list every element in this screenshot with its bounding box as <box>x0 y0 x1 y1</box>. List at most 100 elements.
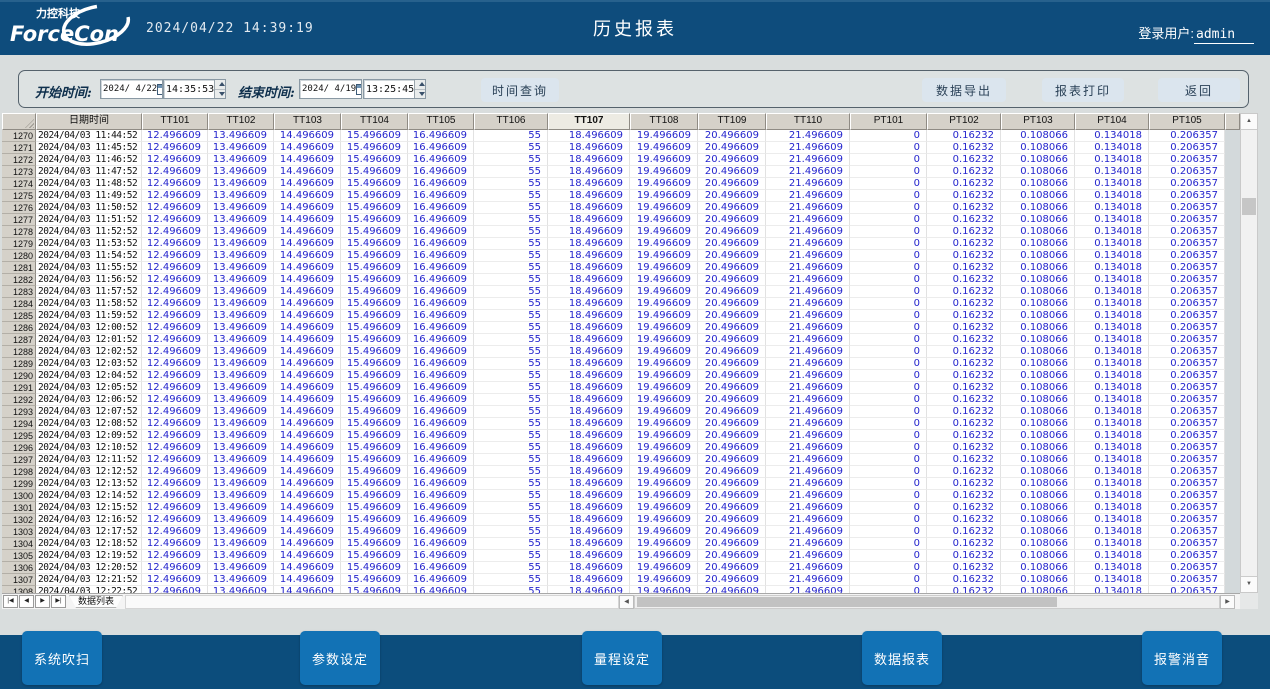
row-number[interactable]: 1281 <box>2 262 36 274</box>
start-time-spinner[interactable]: 14:35:53 <box>163 79 226 99</box>
row-number[interactable]: 1278 <box>2 226 36 238</box>
row-number[interactable]: 1270 <box>2 130 36 142</box>
next-page-icon[interactable]: ▶ <box>35 595 50 608</box>
cell-TT105: 16.496609 <box>408 346 474 358</box>
row-number[interactable]: 1296 <box>2 442 36 454</box>
grid-corner-cell[interactable] <box>2 113 36 130</box>
time-spinner[interactable] <box>414 80 426 98</box>
column-header-TT108[interactable]: TT108 <box>630 113 698 130</box>
cell-TT104: 15.496609 <box>341 442 408 454</box>
tab-data-list[interactable]: 数据列表 <box>69 595 123 608</box>
column-header-TT106[interactable]: TT106 <box>474 113 548 130</box>
row-number[interactable]: 1284 <box>2 298 36 310</box>
time-spinner[interactable] <box>214 80 226 98</box>
column-header-日期时间[interactable]: 日期时间 <box>36 113 142 130</box>
row-number[interactable]: 1279 <box>2 238 36 250</box>
horizontal-scrollbar[interactable] <box>634 595 1220 609</box>
column-header-TT104[interactable]: TT104 <box>341 113 408 130</box>
row-number[interactable]: 1288 <box>2 346 36 358</box>
vertical-scroll-thumb[interactable] <box>1242 198 1256 215</box>
range-setting-button[interactable]: 量程设定 <box>582 631 662 685</box>
cell-datetime: 2024/04/03 11:57:52 <box>36 286 142 298</box>
horizontal-scroll-thumb[interactable] <box>637 597 1057 607</box>
row-number[interactable]: 1303 <box>2 526 36 538</box>
row-number[interactable]: 1297 <box>2 454 36 466</box>
time-query-button[interactable]: 时间查询 <box>481 78 559 102</box>
row-number[interactable]: 1283 <box>2 286 36 298</box>
spinner-down-icon[interactable] <box>415 90 426 99</box>
parameter-setting-button[interactable]: 参数设定 <box>300 631 380 685</box>
system-purge-button[interactable]: 系统吹扫 <box>22 631 102 685</box>
scroll-down-icon[interactable]: ▼ <box>1241 576 1257 592</box>
cell-PT102: 0.16232 <box>927 490 1001 502</box>
row-number[interactable]: 1294 <box>2 418 36 430</box>
column-header-PT105[interactable]: PT105 <box>1149 113 1225 130</box>
row-number[interactable]: 1289 <box>2 358 36 370</box>
cell-TT106: 55 <box>474 130 548 142</box>
cell-TT107: 18.496609 <box>548 166 630 178</box>
row-number[interactable]: 1273 <box>2 166 36 178</box>
row-number[interactable]: 1304 <box>2 538 36 550</box>
row-number[interactable]: 1280 <box>2 250 36 262</box>
row-number[interactable]: 1287 <box>2 334 36 346</box>
column-header-TT110[interactable]: TT110 <box>766 113 850 130</box>
row-number[interactable]: 1275 <box>2 190 36 202</box>
column-header-TT103[interactable]: TT103 <box>274 113 341 130</box>
row-number[interactable]: 1308 <box>2 586 36 593</box>
row-number[interactable]: 1285 <box>2 310 36 322</box>
column-header-PT101[interactable]: PT101 <box>850 113 927 130</box>
row-number[interactable]: 1306 <box>2 562 36 574</box>
row-number[interactable]: 1307 <box>2 574 36 586</box>
spinner-down-icon[interactable] <box>215 90 226 99</box>
row-number[interactable]: 1301 <box>2 502 36 514</box>
row-number[interactable]: 1300 <box>2 490 36 502</box>
end-time-spinner[interactable]: 13:25:45 <box>363 79 426 99</box>
scroll-up-icon[interactable]: ▲ <box>1241 114 1257 130</box>
calendar-icon[interactable] <box>356 84 362 95</box>
cell-PT102: 0.16232 <box>927 454 1001 466</box>
row-number[interactable]: 1299 <box>2 478 36 490</box>
row-number[interactable]: 1290 <box>2 370 36 382</box>
column-header-PT102[interactable]: PT102 <box>927 113 1001 130</box>
column-header-TT107[interactable]: TT107 <box>548 113 630 130</box>
return-button[interactable]: 返回 <box>1158 78 1240 102</box>
row-number[interactable]: 1274 <box>2 178 36 190</box>
row-number[interactable]: 1302 <box>2 514 36 526</box>
scroll-left-icon[interactable]: ◀ <box>619 595 634 609</box>
row-number[interactable]: 1276 <box>2 202 36 214</box>
spinner-up-icon[interactable] <box>215 80 226 90</box>
column-header-TT102[interactable]: TT102 <box>208 113 274 130</box>
column-header-TT101[interactable]: TT101 <box>142 113 208 130</box>
row-number[interactable]: 1271 <box>2 142 36 154</box>
first-page-icon[interactable]: |◀ <box>3 595 18 608</box>
scroll-right-icon[interactable]: ▶ <box>1220 595 1235 609</box>
prev-page-icon[interactable]: ◀ <box>19 595 34 608</box>
row-number[interactable]: 1286 <box>2 322 36 334</box>
column-header-TT105[interactable]: TT105 <box>408 113 474 130</box>
vertical-scrollbar[interactable]: ▲ ▼ <box>1240 113 1258 593</box>
alarm-mute-button[interactable]: 报警消音 <box>1142 631 1222 685</box>
cell-TT107: 18.496609 <box>548 490 630 502</box>
row-number[interactable]: 1305 <box>2 550 36 562</box>
end-date-picker[interactable]: 2024/ 4/19 <box>299 79 362 99</box>
row-number[interactable]: 1292 <box>2 394 36 406</box>
cell-TT102: 13.496609 <box>208 154 274 166</box>
column-header-PT104[interactable]: PT104 <box>1075 113 1149 130</box>
row-number[interactable]: 1298 <box>2 466 36 478</box>
cell-PT103: 0.108066 <box>1001 202 1075 214</box>
start-date-picker[interactable]: 2024/ 4/22 <box>100 79 163 99</box>
row-number[interactable]: 1282 <box>2 274 36 286</box>
cell-PT105: 0.206357 <box>1149 490 1225 502</box>
row-number[interactable]: 1295 <box>2 430 36 442</box>
row-number[interactable]: 1293 <box>2 406 36 418</box>
column-header-TT109[interactable]: TT109 <box>698 113 766 130</box>
report-print-button[interactable]: 报表打印 <box>1042 78 1124 102</box>
data-report-button[interactable]: 数据报表 <box>862 631 942 685</box>
spinner-up-icon[interactable] <box>415 80 426 90</box>
column-header-PT103[interactable]: PT103 <box>1001 113 1075 130</box>
row-number[interactable]: 1277 <box>2 214 36 226</box>
row-number[interactable]: 1291 <box>2 382 36 394</box>
data-export-button[interactable]: 数据导出 <box>922 78 1006 102</box>
row-number[interactable]: 1272 <box>2 154 36 166</box>
last-page-icon[interactable]: ▶| <box>51 595 66 608</box>
